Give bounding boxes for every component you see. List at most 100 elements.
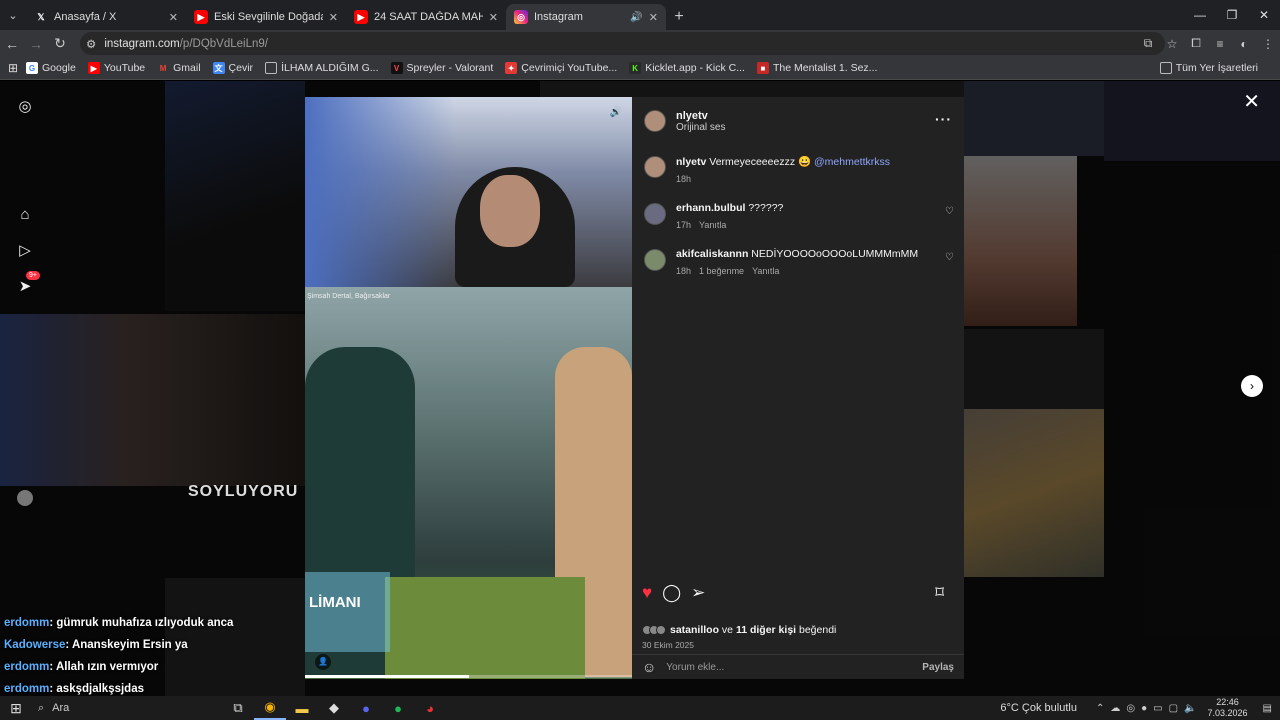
- share-icon[interactable]: ➢: [691, 583, 705, 603]
- like-heart-icon[interactable]: ♥: [642, 583, 652, 603]
- cast-icon[interactable]: ⧉: [1136, 36, 1160, 51]
- reply-button[interactable]: Yanıtla: [699, 220, 726, 230]
- author-username[interactable]: nlyetv: [676, 110, 725, 122]
- profile-avatar[interactable]: ◐: [1232, 37, 1256, 51]
- tab-close-icon[interactable]: ✕: [489, 11, 498, 24]
- post-detail-panel: nlyetv Orijinal ses ··· nlyetv Vermeyece…: [632, 97, 964, 679]
- task-view-icon[interactable]: ⧉: [222, 696, 254, 720]
- tab-youtube-2[interactable]: ▶ 24 SAAT DAĞDA MAHSUR KAL ✕: [346, 4, 506, 30]
- tab-label: 24 SAAT DAĞDA MAHSUR KAL: [374, 11, 483, 23]
- audio-label[interactable]: Orijinal ses: [676, 122, 725, 133]
- commenter-avatar[interactable]: [644, 249, 666, 271]
- like-comment-icon[interactable]: ♡: [945, 206, 954, 217]
- chat-text: : gümruk muhafıza ızlıyoduk anca: [49, 617, 234, 629]
- bookmark-cevrimici[interactable]: ✦ Çevrimiçi YouTube...: [505, 62, 617, 74]
- apps-icon[interactable]: ⊞: [0, 61, 26, 75]
- close-modal-icon[interactable]: ✕: [1243, 89, 1260, 114]
- new-tab-button[interactable]: +: [666, 4, 692, 30]
- address-bar[interactable]: ⚙ instagram.com /p/DQbVdLeiLn9/: [80, 32, 1165, 55]
- mention-link[interactable]: @mehmettkrkss: [814, 156, 890, 168]
- like-comment-icon[interactable]: ♡: [945, 252, 954, 263]
- bookmark-google[interactable]: G Google: [26, 62, 76, 74]
- liked-others[interactable]: 11 diğer kişi: [736, 624, 796, 636]
- more-options-icon[interactable]: ···: [935, 111, 952, 127]
- steam-icon[interactable]: ◎: [1126, 703, 1135, 714]
- media-control-icon[interactable]: ≡: [1208, 37, 1232, 51]
- reload-icon[interactable]: ↻: [48, 35, 72, 52]
- tab-instagram[interactable]: ◎ Instagram 🔊 ✕: [506, 4, 666, 30]
- app-icon[interactable]: ◆: [318, 696, 350, 720]
- notification-icon[interactable]: ▤: [1263, 703, 1272, 714]
- clock[interactable]: 22:46 7.03.2026: [1208, 697, 1248, 719]
- bookmark-label: Çevir: [228, 62, 254, 74]
- speaker-icon[interactable]: 🔊: [630, 12, 642, 23]
- reels-icon[interactable]: ▷: [14, 239, 36, 261]
- bookmark-star-icon[interactable]: ☆: [1160, 37, 1184, 51]
- cloud-icon[interactable]: ☁: [1110, 703, 1120, 714]
- spotify-icon[interactable]: ●: [382, 696, 414, 720]
- display-icon[interactable]: ▭: [1153, 703, 1162, 714]
- taskbar-search[interactable]: ⌕ Ara: [32, 696, 222, 720]
- comment-input[interactable]: Yorum ekle...: [666, 662, 724, 673]
- site-info-icon[interactable]: ⚙: [86, 37, 96, 51]
- bookmark-kicklet[interactable]: K Kicklet.app - Kick C...: [629, 62, 745, 74]
- save-bookmark-icon[interactable]: ⌑: [935, 583, 944, 603]
- volume-icon[interactable]: 🔈: [1184, 703, 1196, 714]
- weather-widget[interactable]: 6°C Çok bulutlu: [1000, 702, 1077, 714]
- tab-x[interactable]: 𝕏 Anasayfa / X ✕: [26, 4, 186, 30]
- discord-icon[interactable]: ●: [350, 696, 382, 720]
- extensions-icon[interactable]: ⧠: [1184, 36, 1208, 51]
- menu-icon[interactable]: ⋮: [1256, 37, 1280, 51]
- comment-user[interactable]: nlyetv: [676, 156, 706, 168]
- windows-start-icon[interactable]: ⊞: [0, 700, 32, 717]
- comment-bubble-icon[interactable]: ◯: [662, 583, 681, 603]
- emoji-icon[interactable]: ☺: [642, 659, 656, 675]
- stream-overlay-text: SOYLUYORU: [188, 483, 299, 500]
- speaker-icon[interactable]: 🔊: [610, 107, 622, 118]
- video-progress[interactable]: [305, 675, 632, 678]
- app-icon[interactable]: ◕: [414, 696, 446, 720]
- bookmark-gmail[interactable]: M Gmail: [157, 62, 201, 74]
- tagged-user-icon[interactable]: 👤: [315, 654, 331, 670]
- tab-close-icon[interactable]: ✕: [169, 11, 178, 24]
- bookmarks-bar: ⊞ G Google ▶ YouTube M Gmail 文 Çevir İLHAM A…: [0, 57, 1280, 80]
- network-icon[interactable]: ▢: [1169, 703, 1178, 714]
- tray-chevron-icon[interactable]: ⌃: [1096, 703, 1104, 714]
- liked-joiner: ve: [719, 624, 736, 636]
- post-comment-button[interactable]: Paylaş: [922, 662, 954, 673]
- bookmark-youtube[interactable]: ▶ YouTube: [87, 62, 145, 74]
- likes-summary[interactable]: satanilloo ve 11 diğer kişi beğendi: [642, 624, 836, 636]
- instagram-icon[interactable]: ◎: [14, 95, 36, 117]
- bookmark-valorant[interactable]: V Spreyler - Valorant: [390, 62, 493, 74]
- bookmark-cevir[interactable]: 文 Çevir: [212, 62, 254, 74]
- bookmark-folder[interactable]: İLHAM ALDIĞIM G...: [265, 62, 379, 74]
- tab-close-icon[interactable]: ✕: [649, 11, 658, 24]
- chrome-icon[interactable]: ◉: [254, 696, 286, 720]
- back-icon[interactable]: ←: [0, 36, 24, 52]
- author-avatar[interactable]: [644, 110, 666, 132]
- comment-likes[interactable]: 1 beğenme: [699, 266, 744, 276]
- next-post-icon[interactable]: ›: [1241, 375, 1263, 397]
- forward-icon[interactable]: →: [24, 36, 48, 52]
- tab-search-icon[interactable]: ⌄: [0, 0, 26, 30]
- file-explorer-icon[interactable]: ▬: [286, 696, 318, 720]
- tab-youtube-1[interactable]: ▶ Eski Sevgilinle Doğada 30 Gün ✕: [186, 4, 346, 30]
- post-media[interactable]: 🔊 Şimsah Dertal, Bağırsaklar LİMANI 👤: [305, 97, 632, 679]
- comment-user[interactable]: akifcaliskannn: [676, 248, 748, 260]
- home-icon[interactable]: ⌂: [14, 203, 36, 225]
- all-bookmarks[interactable]: Tüm Yer İşaretleri: [1159, 62, 1258, 74]
- bookmark-mentalist[interactable]: ■ The Mentalist 1. Sez...: [756, 62, 877, 74]
- tv-icon: ■: [756, 62, 769, 74]
- tab-close-icon[interactable]: ✕: [329, 11, 338, 24]
- restore-icon[interactable]: ❐: [1216, 0, 1248, 30]
- commenter-avatar[interactable]: [644, 203, 666, 225]
- mic-icon[interactable]: ●: [1141, 703, 1147, 714]
- comment-user[interactable]: erhann.bulbul: [676, 202, 745, 214]
- minimize-icon[interactable]: —: [1184, 0, 1216, 30]
- profile-avatar[interactable]: [14, 487, 36, 509]
- liked-by-user[interactable]: satanilloo: [670, 624, 719, 636]
- direct-icon[interactable]: ➤ 9+: [14, 271, 40, 297]
- close-window-icon[interactable]: ✕: [1248, 0, 1280, 30]
- reply-button[interactable]: Yanıtla: [752, 266, 779, 276]
- author-avatar[interactable]: [644, 156, 666, 178]
